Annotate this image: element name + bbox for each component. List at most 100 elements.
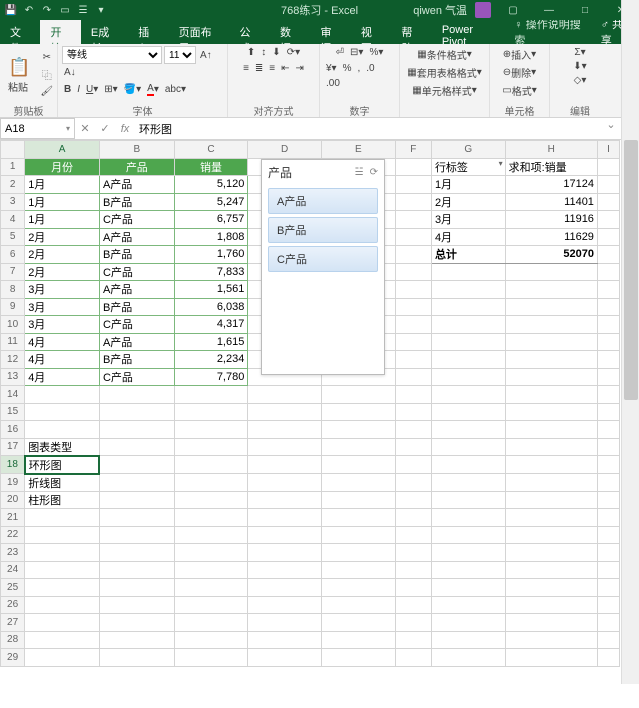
cell-B23[interactable] <box>99 544 174 562</box>
cell-C15[interactable] <box>174 403 248 421</box>
cell-G23[interactable] <box>431 544 505 562</box>
cell-H4[interactable]: 11916 <box>505 211 597 229</box>
fill-color-icon[interactable]: 🪣▾ <box>122 82 143 97</box>
cell-G10[interactable] <box>431 316 505 334</box>
cell-C12[interactable]: 2,234 <box>174 351 248 369</box>
row-header-3[interactable]: 3 <box>1 193 25 211</box>
cell-B19[interactable] <box>99 474 174 492</box>
cell-F3[interactable] <box>395 193 431 211</box>
cell-A22[interactable] <box>25 526 100 544</box>
cell-C11[interactable]: 1,615 <box>174 333 248 351</box>
tab-view[interactable]: 视图 <box>351 20 391 44</box>
cell-F12[interactable] <box>395 351 431 369</box>
cell-A8[interactable]: 3月 <box>25 281 100 299</box>
border-icon[interactable]: ⊞▾ <box>102 82 119 97</box>
cell-B25[interactable] <box>99 579 174 597</box>
qat-dropdown-icon[interactable]: ▾ <box>94 3 108 17</box>
row-header-17[interactable]: 17 <box>1 438 25 456</box>
cell-B12[interactable]: B产品 <box>99 351 174 369</box>
cell-I7[interactable] <box>597 263 619 281</box>
cell-F15[interactable] <box>395 403 431 421</box>
increase-decimal-icon[interactable]: .00 <box>324 77 342 90</box>
cell-A18[interactable]: 环形图 <box>25 456 100 474</box>
align-top-icon[interactable]: ⬆ <box>245 46 257 59</box>
col-header-B[interactable]: B <box>99 141 174 159</box>
cell-A29[interactable] <box>25 649 100 667</box>
cell-I25[interactable] <box>597 579 619 597</box>
cell-B3[interactable]: B产品 <box>99 193 174 211</box>
cell-H28[interactable] <box>505 631 597 649</box>
cancel-formula-icon[interactable]: ✕ <box>75 122 95 135</box>
cell-E22[interactable] <box>322 526 396 544</box>
cell-G27[interactable] <box>431 614 505 632</box>
cell-A14[interactable] <box>25 386 100 404</box>
cell-B4[interactable]: C产品 <box>99 211 174 229</box>
ribbon-display-options-icon[interactable]: ▢ <box>499 5 527 16</box>
cell-G1[interactable]: 行标签 <box>431 158 505 176</box>
cell-B6[interactable]: B产品 <box>99 246 174 264</box>
copy-icon[interactable]: ⿻ <box>38 66 55 83</box>
cell-C8[interactable]: 1,561 <box>174 281 248 299</box>
row-header-18[interactable]: 18 <box>1 456 25 474</box>
cell-I1[interactable] <box>597 158 619 176</box>
cell-A23[interactable] <box>25 544 100 562</box>
row-header-29[interactable]: 29 <box>1 649 25 667</box>
cell-D27[interactable] <box>248 614 322 632</box>
cell-H15[interactable] <box>505 403 597 421</box>
format-painter-icon[interactable]: 🖌 <box>38 85 55 98</box>
cell-A1[interactable]: 月份 <box>25 158 100 176</box>
row-header-1[interactable]: 1 <box>1 158 25 176</box>
cell-F8[interactable] <box>395 281 431 299</box>
tab-file[interactable]: 文件 <box>0 20 40 44</box>
cell-F9[interactable] <box>395 298 431 316</box>
cell-F11[interactable] <box>395 333 431 351</box>
cell-B27[interactable] <box>99 614 174 632</box>
cell-F6[interactable] <box>395 246 431 264</box>
cell-F4[interactable] <box>395 211 431 229</box>
tab-review[interactable]: 审阅 <box>310 20 350 44</box>
cell-C4[interactable]: 6,757 <box>174 211 248 229</box>
slicer-product[interactable]: 产品 ☱ ⟳ A产品 B产品 C产品 <box>261 159 385 375</box>
cell-G11[interactable] <box>431 333 505 351</box>
cell-H13[interactable] <box>505 368 597 386</box>
cell-C1[interactable]: 销量 <box>174 158 248 176</box>
col-header-H[interactable]: H <box>505 141 597 159</box>
align-right-icon[interactable]: ≡ <box>267 62 277 75</box>
cell-C13[interactable]: 7,780 <box>174 368 248 386</box>
tab-data[interactable]: 数据 <box>270 20 310 44</box>
redo-icon[interactable]: ↷ <box>40 3 54 17</box>
row-header-19[interactable]: 19 <box>1 474 25 492</box>
cell-H22[interactable] <box>505 526 597 544</box>
cell-F10[interactable] <box>395 316 431 334</box>
cell-A27[interactable] <box>25 614 100 632</box>
cell-I23[interactable] <box>597 544 619 562</box>
tab-help[interactable]: 帮助 <box>391 20 431 44</box>
cell-G8[interactable] <box>431 281 505 299</box>
align-middle-icon[interactable]: ↕ <box>259 46 268 59</box>
cell-H25[interactable] <box>505 579 597 597</box>
cell-I26[interactable] <box>597 596 619 614</box>
cell-A13[interactable]: 4月 <box>25 368 100 386</box>
multi-select-icon[interactable]: ☱ <box>355 167 364 178</box>
row-header-26[interactable]: 26 <box>1 596 25 614</box>
cell-G28[interactable] <box>431 631 505 649</box>
cell-I14[interactable] <box>597 386 619 404</box>
percent-icon[interactable]: % <box>341 62 354 75</box>
avatar[interactable] <box>475 2 491 18</box>
cell-H24[interactable] <box>505 561 597 579</box>
cell-F22[interactable] <box>395 526 431 544</box>
cell-H7[interactable] <box>505 263 597 281</box>
clear-icon[interactable]: ◇▾ <box>572 74 589 87</box>
cell-G22[interactable] <box>431 526 505 544</box>
cell-E24[interactable] <box>322 561 396 579</box>
align-center-icon[interactable]: ≣ <box>253 62 265 75</box>
cell-F29[interactable] <box>395 649 431 667</box>
cell-B5[interactable]: A产品 <box>99 228 174 246</box>
insert-cells-button[interactable]: ⊕ 插入▾ <box>494 46 545 63</box>
cell-H1[interactable]: 求和项:销量 <box>505 158 597 176</box>
decrease-font-icon[interactable]: A↓ <box>62 66 78 79</box>
table-format-button[interactable]: ▦ 套用表格格式▾ <box>404 64 485 81</box>
cell-H27[interactable] <box>505 614 597 632</box>
cell-I10[interactable] <box>597 316 619 334</box>
cell-E16[interactable] <box>322 421 396 439</box>
